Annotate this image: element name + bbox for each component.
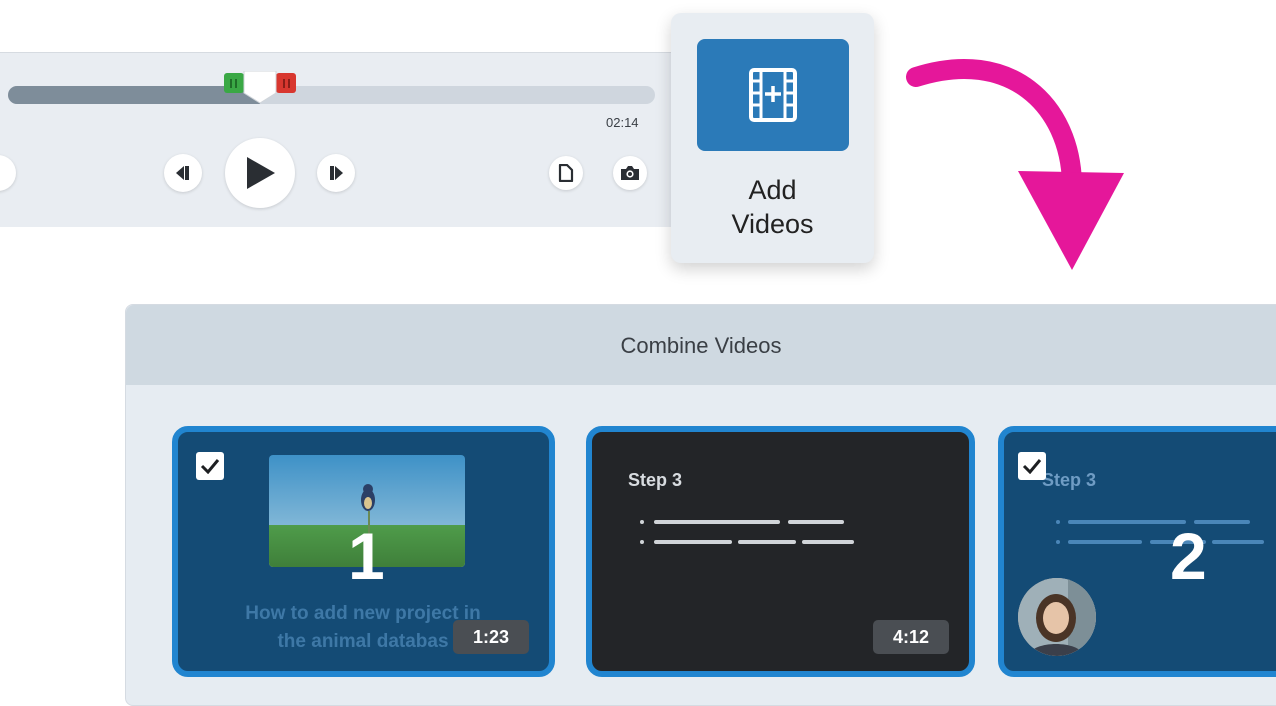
camera-icon bbox=[621, 166, 639, 180]
partial-control-button[interactable] bbox=[0, 155, 16, 191]
curved-arrow-icon bbox=[906, 58, 1124, 270]
bullet bbox=[640, 540, 644, 544]
video-card-3[interactable]: Step 3 2 bbox=[998, 426, 1276, 677]
play-button[interactable] bbox=[225, 138, 295, 208]
bullet bbox=[640, 520, 644, 524]
text-line bbox=[788, 520, 844, 524]
combine-order-number: 2 bbox=[1170, 519, 1207, 593]
step-forward-icon bbox=[330, 166, 343, 180]
checkmark-icon bbox=[200, 459, 220, 474]
player-bar: 02:14 bbox=[0, 52, 672, 227]
timeline-progress bbox=[8, 86, 261, 104]
film-plus-icon bbox=[749, 68, 797, 122]
video-duration: 4:12 bbox=[873, 620, 949, 654]
add-videos-button[interactable]: Add Videos bbox=[671, 13, 874, 263]
bullet bbox=[1056, 540, 1060, 544]
step-title: Step 3 bbox=[1042, 470, 1097, 490]
video-checkbox-3[interactable] bbox=[1018, 452, 1046, 480]
step-back-icon bbox=[176, 166, 189, 180]
add-videos-label-line1: Add bbox=[748, 175, 797, 205]
video-card-1[interactable]: 1 How to add new project in the animal d… bbox=[172, 426, 555, 677]
text-line bbox=[802, 540, 854, 544]
presenter-avatar-image bbox=[1018, 578, 1096, 656]
checkmark-icon bbox=[1022, 459, 1042, 474]
text-line bbox=[1212, 540, 1264, 544]
bullet bbox=[1056, 520, 1060, 524]
add-videos-label: Add Videos bbox=[671, 173, 874, 241]
video-checkbox-1[interactable] bbox=[196, 452, 224, 480]
presenter-avatar bbox=[1018, 578, 1096, 656]
time-readout: 02:14 bbox=[606, 115, 639, 130]
video-card-2[interactable]: Step 3 4:12 bbox=[586, 426, 975, 677]
text-line bbox=[1068, 540, 1142, 544]
add-videos-label-line2: Videos bbox=[731, 209, 814, 239]
combine-order-number: 1 bbox=[348, 519, 385, 593]
step-title: Step 3 bbox=[628, 470, 683, 490]
snapshot-button[interactable] bbox=[613, 156, 647, 190]
dialog-title: Combine Videos bbox=[620, 333, 782, 358]
step-forward-button[interactable] bbox=[317, 154, 355, 192]
playhead-icon[interactable] bbox=[224, 71, 296, 105]
text-line bbox=[654, 520, 780, 524]
text-line bbox=[738, 540, 796, 544]
text-line bbox=[1068, 520, 1186, 524]
timeline-track[interactable] bbox=[8, 86, 655, 104]
text-line bbox=[654, 540, 732, 544]
dialog-header: Combine Videos bbox=[126, 305, 1276, 385]
step-back-button[interactable] bbox=[164, 154, 202, 192]
add-videos-icon-tile bbox=[697, 39, 849, 151]
clip-icon bbox=[558, 164, 574, 182]
clip-button[interactable] bbox=[549, 156, 583, 190]
play-icon bbox=[247, 157, 275, 189]
video-duration: 1:23 bbox=[453, 620, 529, 654]
